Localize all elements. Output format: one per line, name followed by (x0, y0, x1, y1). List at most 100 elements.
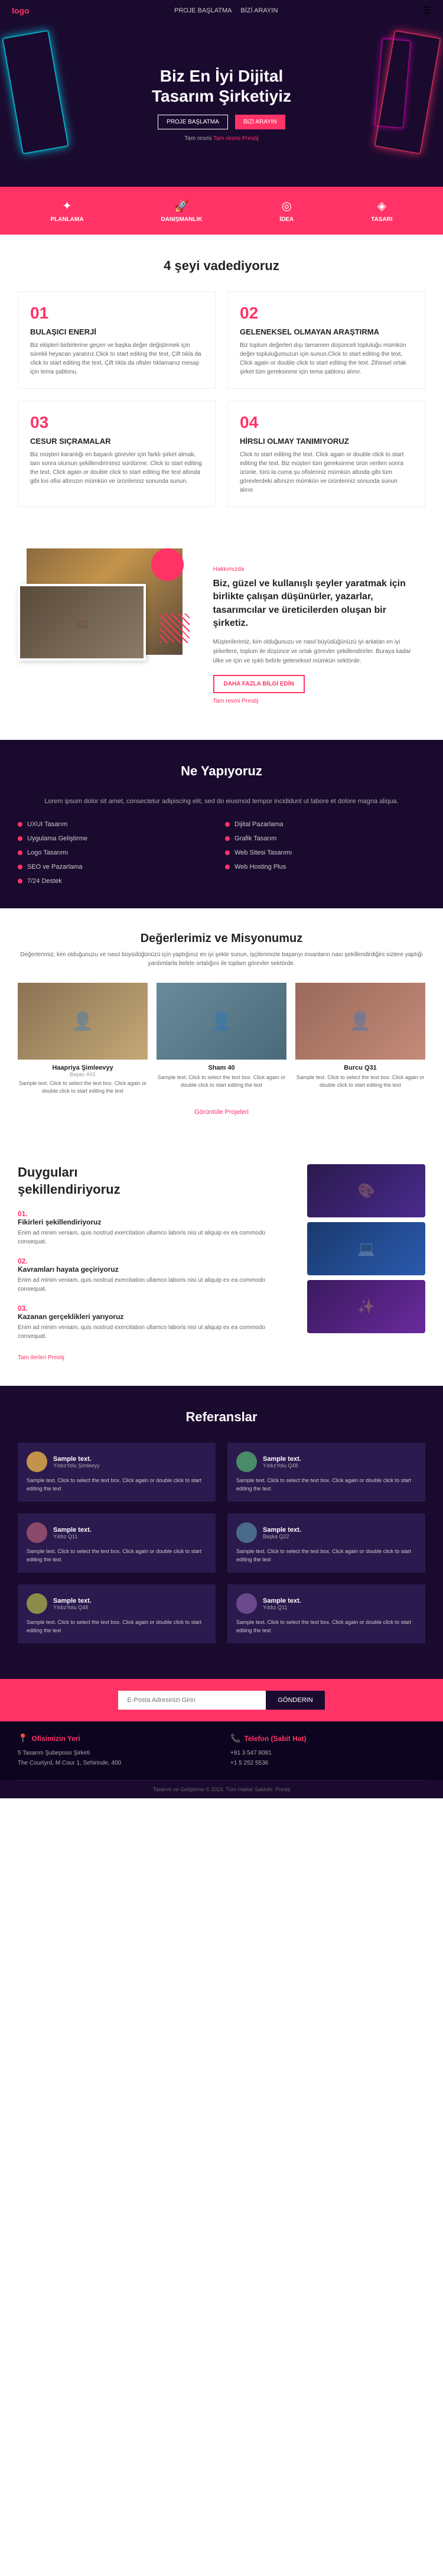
service-seo: SEO ve Pazarlama (18, 863, 218, 870)
card-1-title: BULAŞICI ENERJİ (30, 327, 203, 336)
testimonial-3: Sample text. Yıldız Q11 Sample text. Cli… (18, 1513, 216, 1573)
testimonial-6-avatar: Sample text. Yıldız Q11 (236, 1593, 416, 1614)
feelings-item-3-title: Kazanan gerçeklikleri yarıyoruz (18, 1313, 295, 1321)
card-1-number: 01 (30, 304, 203, 323)
services-section: Ne Yapıyoruz Lorem ipsum dolor sit amet,… (0, 740, 443, 909)
about-description: Müşterilerimiz, kim olduğunuzu ve nasıl … (213, 638, 414, 666)
team-member-3-photo: 👤 (295, 983, 425, 1060)
about-red-circle-decoration (151, 548, 184, 581)
testimonial-2-role: YıldızYolu Q48 (263, 1463, 301, 1469)
phone-icon: 📞 (230, 1733, 240, 1743)
service-digital-label: Dijital Pazarlama (234, 821, 284, 828)
hero-sub-link[interactable]: Tam resmi Prestij (213, 135, 259, 142)
testimonial-2-info: Sample text. YıldızYolu Q48 (263, 1456, 301, 1469)
service-dot-icon (18, 822, 22, 827)
feelings-layout: Duygularışekillendiriyoruz 01. Fikirleri… (18, 1164, 425, 1362)
feelings-item-1-title: Fikirleri şekillendiriyoruz (18, 1218, 295, 1226)
view-more-link[interactable]: Görüntüle Projeleri (194, 1109, 249, 1116)
about-tag: Hakkımızda (213, 566, 414, 573)
testimonial-6-role: Yıldız Q11 (263, 1604, 301, 1610)
features-row: ✦ PLANLAMA 🚀 DANIŞMANLIK ◎ İDEA ◈ TASARI (0, 187, 443, 235)
feelings-img-1: 🎨 (307, 1164, 425, 1217)
service-dot-icon (225, 850, 230, 855)
testimonial-1-info: Sample text. YıldızYolu Şimleeyy (53, 1456, 100, 1469)
testimonials-section: Referanslar Sample text. YıldızYolu Şiml… (0, 1386, 443, 1679)
team-member-2-photo: 👤 (157, 983, 286, 1060)
service-web-label: Web Sitesi Tasarımı (234, 849, 292, 856)
hero-btn-project[interactable]: PROJE BAŞLATMA (158, 115, 228, 129)
service-dot-icon (225, 836, 230, 841)
team-grid: 👤 Haapriya Şimleevyy Başarı A01 Sample t… (18, 983, 425, 1094)
footer-credit: Tasarım ve Geliştirme © 2023. Tüm Haklar… (0, 1781, 443, 1798)
hero-btn-contact[interactable]: BİZİ ARAYIN (235, 115, 285, 129)
service-seo-label: SEO ve Pazarlama (27, 863, 83, 870)
values-description: Değerlerimiz; kim olduğunuzu ve nasıl bü… (18, 950, 425, 968)
hero-section: Biz En İyi DijitalTasarım Şirketiyiz PRO… (0, 21, 443, 187)
team-member-2-name: Sham 40 (157, 1064, 286, 1071)
promise-card-3: 03 CESUR SIÇRAMALAR Biz müşteri karanlığ… (18, 401, 216, 507)
feelings-item-1-num: 01. (18, 1210, 295, 1218)
service-ux: UXUI Tasarım (18, 821, 218, 828)
about-learn-more-btn[interactable]: DAHA FAZLA BİLGİ EDİN (213, 675, 305, 693)
service-graphic: Grafik Tasarım (225, 835, 425, 842)
feelings-item-2: 02. Kavramları hayata geçiriyoruz Enim a… (18, 1257, 295, 1294)
hero-sub-text: Tam resmi Tam resmi Prestij (152, 135, 291, 142)
target-icon: ◎ (279, 199, 294, 213)
testimonial-2-name: Sample text. (263, 1456, 301, 1463)
service-dot-icon (18, 879, 22, 883)
design-label: TASARI (371, 216, 392, 223)
feelings-item-3: 03. Kazanan gerçeklikleri yarıyoruz Enim… (18, 1304, 295, 1341)
testimonial-4-name: Sample text. (263, 1526, 301, 1534)
service-hosting-label: Web Hosting Plus (234, 863, 286, 870)
subscribe-button[interactable]: GÖNDERIN (266, 1691, 324, 1710)
nav-item-2[interactable]: BİZİ ARAYIN (241, 7, 278, 14)
footer-phone-line1: +91 3 547 8081 (230, 1748, 425, 1758)
card-4-title: HİRSLI OLMAY TANIMIYORUZ (240, 437, 413, 446)
testimonial-5-info: Sample text. YıldızYolu Q48 (53, 1597, 92, 1610)
team-member-1: 👤 Haapriya Şimleevyy Başarı A01 Sample t… (18, 983, 148, 1094)
avatar-6 (236, 1593, 257, 1614)
service-app-label: Uygulama Geliştirme (27, 835, 87, 842)
testimonial-2-avatar: Sample text. YıldızYolu Q48 (236, 1451, 416, 1472)
feelings-link[interactable]: Tam ilerleri Prestij (18, 1354, 64, 1361)
footer-address-col: 📍 Ofisimizin Yeri 5 Tasarım Şubeposo Şir… (18, 1733, 213, 1768)
location-icon: 📍 (18, 1733, 28, 1743)
card-3-number: 03 (30, 413, 203, 432)
footer-address-line2: The Courtyrd, M Cour 1, Sehirinde, 400 (18, 1758, 213, 1768)
testimonial-6-name: Sample text. (263, 1597, 301, 1604)
testimonial-3-role: Yıldız Q11 (53, 1534, 92, 1539)
view-more: Görüntüle Projeleri (18, 1106, 425, 1117)
hero-actions: PROJE BAŞLATMA BİZİ ARAYIN (152, 115, 291, 129)
email-subscription-row: GÖNDERIN (118, 1691, 324, 1710)
email-input[interactable] (118, 1691, 266, 1710)
header: logo PROJE BAŞLATMA BİZİ ARAYIN ☰ (0, 0, 443, 21)
about-images: 👥 💼 (18, 548, 201, 655)
footer-address-line1: 5 Tasarım Şubeposo Şirketi (18, 1748, 213, 1758)
testimonial-6: Sample text. Yıldız Q11 Sample text. Cli… (227, 1584, 425, 1643)
nav-item-1[interactable]: PROJE BAŞLATMA (174, 7, 232, 14)
testimonial-5-role: YıldızYolu Q48 (53, 1604, 92, 1610)
about-stripes-decoration (160, 613, 190, 643)
neon-left-decoration (2, 30, 69, 155)
about-link[interactable]: Tam resmi Prestij (213, 698, 414, 704)
testimonial-1-name: Sample text. (53, 1456, 100, 1463)
card-3-title: CESUR SIÇRAMALAR (30, 437, 203, 446)
promise-card-2: 02 GELENEKSEL OLMAYAN ARAŞTIRMA Biz topl… (227, 291, 425, 389)
service-dot-icon (18, 836, 22, 841)
promises-title: 4 şeyi vadediyoruz (18, 258, 425, 274)
testimonial-4-role: Başka Q22 (263, 1534, 301, 1539)
logo: logo (12, 6, 30, 15)
card-4-number: 04 (240, 413, 413, 432)
promise-card-4: 04 HİRSLI OLMAY TANIMIYORUZ Click to sta… (227, 401, 425, 507)
hamburger-icon[interactable]: ☰ (423, 5, 431, 17)
footer-phone-col: 📞 Telefon (Sabit Hat) +91 3 547 8081 +1 … (230, 1733, 425, 1768)
promises-section: 4 şeyi vadediyoruz 01 BULAŞICI ENERJİ Bi… (0, 235, 443, 531)
testimonial-3-name: Sample text. (53, 1526, 92, 1534)
testimonial-5-name: Sample text. (53, 1597, 92, 1604)
testimonial-2-text: Sample text. Click to select the text bo… (236, 1477, 416, 1493)
team-member-1-photo: 👤 (18, 983, 148, 1060)
planning-label: PLANLAMA (50, 216, 83, 223)
team-member-3-name: Burcu Q31 (295, 1064, 425, 1071)
feature-consulting: 🚀 DANIŞMANLIK (161, 199, 202, 223)
team-member-1-name: Haapriya Şimleevyy (18, 1064, 148, 1071)
